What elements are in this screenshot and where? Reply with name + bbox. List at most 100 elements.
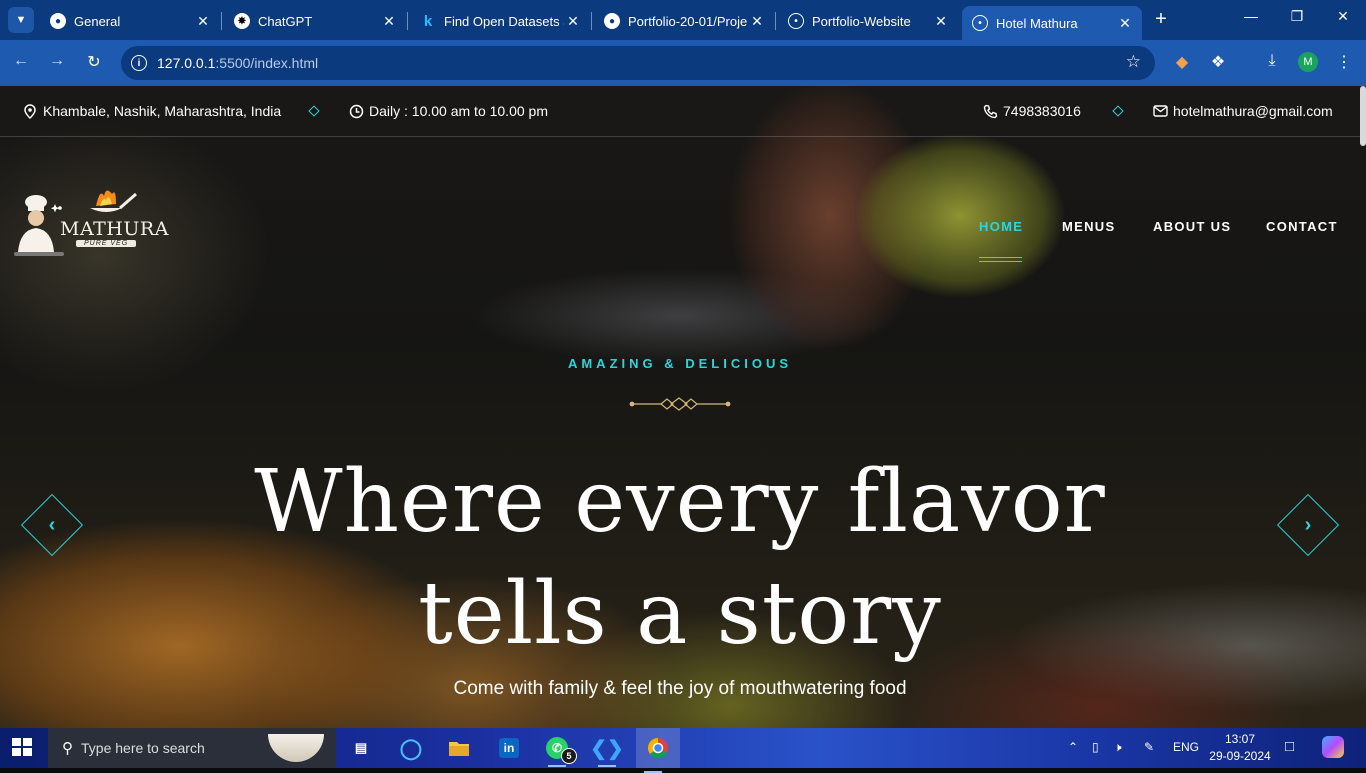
tab-separator (591, 12, 592, 30)
hours-text: Daily : 10.00 am to 10.00 pm (369, 103, 548, 119)
close-tab-icon[interactable]: ✕ (932, 13, 950, 30)
site-info-icon[interactable]: i (131, 55, 147, 71)
globe-icon: • (972, 15, 988, 31)
tab-separator (775, 12, 776, 30)
linkedin-icon[interactable]: in (492, 734, 526, 762)
tab-title: General (74, 13, 121, 29)
browser-tab-general[interactable]: ● General ✕ (40, 6, 222, 36)
tab-separator (221, 12, 222, 30)
windows-taskbar: ⚲ Type here to search ▤ ◯ in ✆ 5 ❮❯ ⌃ ▯ … (0, 728, 1366, 773)
browser-tab-hotel-mathura[interactable]: • Hotel Mathura ✕ (962, 6, 1142, 40)
vscode-icon[interactable]: ❮❯ (590, 734, 624, 767)
email-text: hotelmathura@gmail.com (1173, 103, 1333, 119)
edge-browser-icon[interactable]: ◯ (394, 734, 428, 762)
address-bar[interactable]: i 127.0.0.1 :5500/index.html ☆ (121, 46, 1155, 80)
hero-headline-line-1: Where every flavor (254, 452, 1106, 552)
browser-menu-icon[interactable]: ⋮ (1333, 52, 1355, 72)
new-tab-button[interactable]: + (1150, 8, 1172, 31)
taskbar-search-box[interactable]: ⚲ Type here to search (48, 728, 336, 768)
copilot-icon[interactable] (1322, 736, 1344, 758)
search-placeholder: Type here to search (81, 740, 205, 756)
search-icon: ⚲ (62, 740, 73, 757)
separator-diamond (308, 105, 320, 117)
pen-icon[interactable]: ✎ (1144, 740, 1154, 754)
battery-icon[interactable]: ▯ (1092, 740, 1099, 754)
logo-brand-text: MATHURA (60, 218, 169, 240)
language-indicator[interactable]: ENG (1173, 740, 1199, 754)
browser-tab-strip: ▼ ● General ✕ ✸ ChatGPT ✕ k Find Open Da… (0, 0, 1366, 40)
browser-tab-kaggle[interactable]: k Find Open Datasets a ✕ (410, 6, 592, 36)
chevron-left-icon: ‹ (48, 513, 56, 536)
clock-time: 13:07 (1224, 732, 1256, 746)
github-icon: ● (50, 13, 66, 29)
browser-tab-portfolio-repo[interactable]: ● Portfolio-20-01/Proje ✕ (594, 6, 776, 36)
location-text: Khambale, Nashik, Maharashtra, India (43, 103, 282, 119)
profile-avatar[interactable]: M (1298, 52, 1318, 72)
minimize-button[interactable]: — (1228, 8, 1274, 24)
file-explorer-icon[interactable] (442, 734, 476, 762)
hero-headline-line-2: tells a story (418, 564, 942, 664)
tray-chevron-up-icon[interactable]: ⌃ (1068, 740, 1078, 754)
location-info: Khambale, Nashik, Maharashtra, India (22, 103, 281, 119)
metamask-extension-icon[interactable]: ◆ (1171, 52, 1193, 72)
url-host: 127.0.0.1 (157, 55, 216, 71)
taskbar-clock[interactable]: 13:07 29-09-2024 (1200, 731, 1280, 765)
whatsapp-icon[interactable]: ✆ 5 (540, 734, 577, 767)
logo-subtitle: PURE VEG (76, 240, 137, 247)
extensions-puzzle-icon[interactable]: ❖ (1207, 52, 1229, 72)
chevron-right-icon: › (1304, 513, 1312, 536)
task-view-icon[interactable]: ▤ (344, 734, 378, 762)
chrome-icon[interactable] (636, 728, 680, 773)
nav-menus[interactable]: MENUS (1062, 219, 1115, 234)
tab-title: Hotel Mathura (996, 15, 1078, 31)
back-button[interactable]: ← (10, 52, 32, 70)
browser-tab-portfolio-website[interactable]: • Portfolio-Website ✕ (778, 6, 958, 36)
flaming-pan-icon (90, 190, 137, 212)
tab-separator (407, 12, 408, 30)
close-tab-icon[interactable]: ✕ (380, 13, 398, 30)
close-window-button[interactable]: ✕ (1320, 8, 1366, 25)
close-tab-icon[interactable]: ✕ (748, 13, 766, 30)
close-tab-icon[interactable]: ✕ (194, 13, 212, 30)
nav-contact[interactable]: CONTACT (1266, 219, 1338, 234)
hero-tagline: AMAZING & DELICIOUS (567, 356, 793, 371)
globe-icon: • (788, 13, 804, 29)
download-icon[interactable]: ⤓ (1261, 52, 1283, 70)
tab-title: Find Open Datasets a (444, 13, 564, 29)
site-logo[interactable]: MATHURA PURE VEG (8, 184, 168, 262)
tab-title: ChatGPT (258, 13, 313, 29)
phone-icon (982, 104, 998, 119)
location-pin-icon (22, 103, 38, 119)
volume-icon[interactable]: 🕨 (1114, 740, 1122, 755)
nav-about-us[interactable]: ABOUT US (1153, 219, 1231, 234)
browser-toolbar: ← → ↻ i 127.0.0.1 :5500/index.html ☆ ◆ ❖… (0, 40, 1366, 86)
search-highlight-image (268, 734, 324, 762)
top-info-bar: Khambale, Nashik, Maharashtra, India Dai… (0, 86, 1360, 137)
restore-button[interactable]: ❐ (1274, 8, 1320, 25)
hero-headline: Where every flavor tells a story (0, 446, 1360, 670)
kaggle-icon: k (423, 12, 433, 30)
clock-icon (348, 104, 364, 119)
page-scrollbar[interactable] (1360, 86, 1366, 146)
nav-home[interactable]: HOME (979, 219, 1023, 234)
close-tab-icon[interactable]: ✕ (564, 13, 582, 30)
clock-date: 29-09-2024 (1209, 749, 1271, 763)
phone-text: 7498383016 (1003, 103, 1081, 119)
bookmark-star-icon[interactable]: ☆ (1126, 52, 1141, 72)
phone-info[interactable]: 7498383016 (982, 103, 1081, 119)
email-info[interactable]: hotelmathura@gmail.com (1152, 103, 1333, 119)
tab-search-button[interactable]: ▼ (8, 7, 34, 33)
hero-subline: Come with family & feel the joy of mouth… (453, 678, 907, 699)
windows-start-button[interactable] (12, 738, 34, 758)
tab-title: Portfolio-Website (812, 13, 911, 29)
forward-button[interactable]: → (46, 52, 68, 70)
separator-diamond (1112, 105, 1124, 117)
ornament-divider-icon (629, 397, 731, 411)
nav-active-underline (979, 257, 1022, 262)
hours-info: Daily : 10.00 am to 10.00 pm (348, 103, 548, 119)
reload-button[interactable]: ↻ (83, 52, 105, 72)
browser-tab-chatgpt[interactable]: ✸ ChatGPT ✕ (224, 6, 408, 36)
close-tab-icon[interactable]: ✕ (1116, 15, 1134, 32)
tab-title: Portfolio-20-01/Proje (628, 13, 748, 29)
notifications-icon[interactable]: □ (1285, 738, 1294, 755)
